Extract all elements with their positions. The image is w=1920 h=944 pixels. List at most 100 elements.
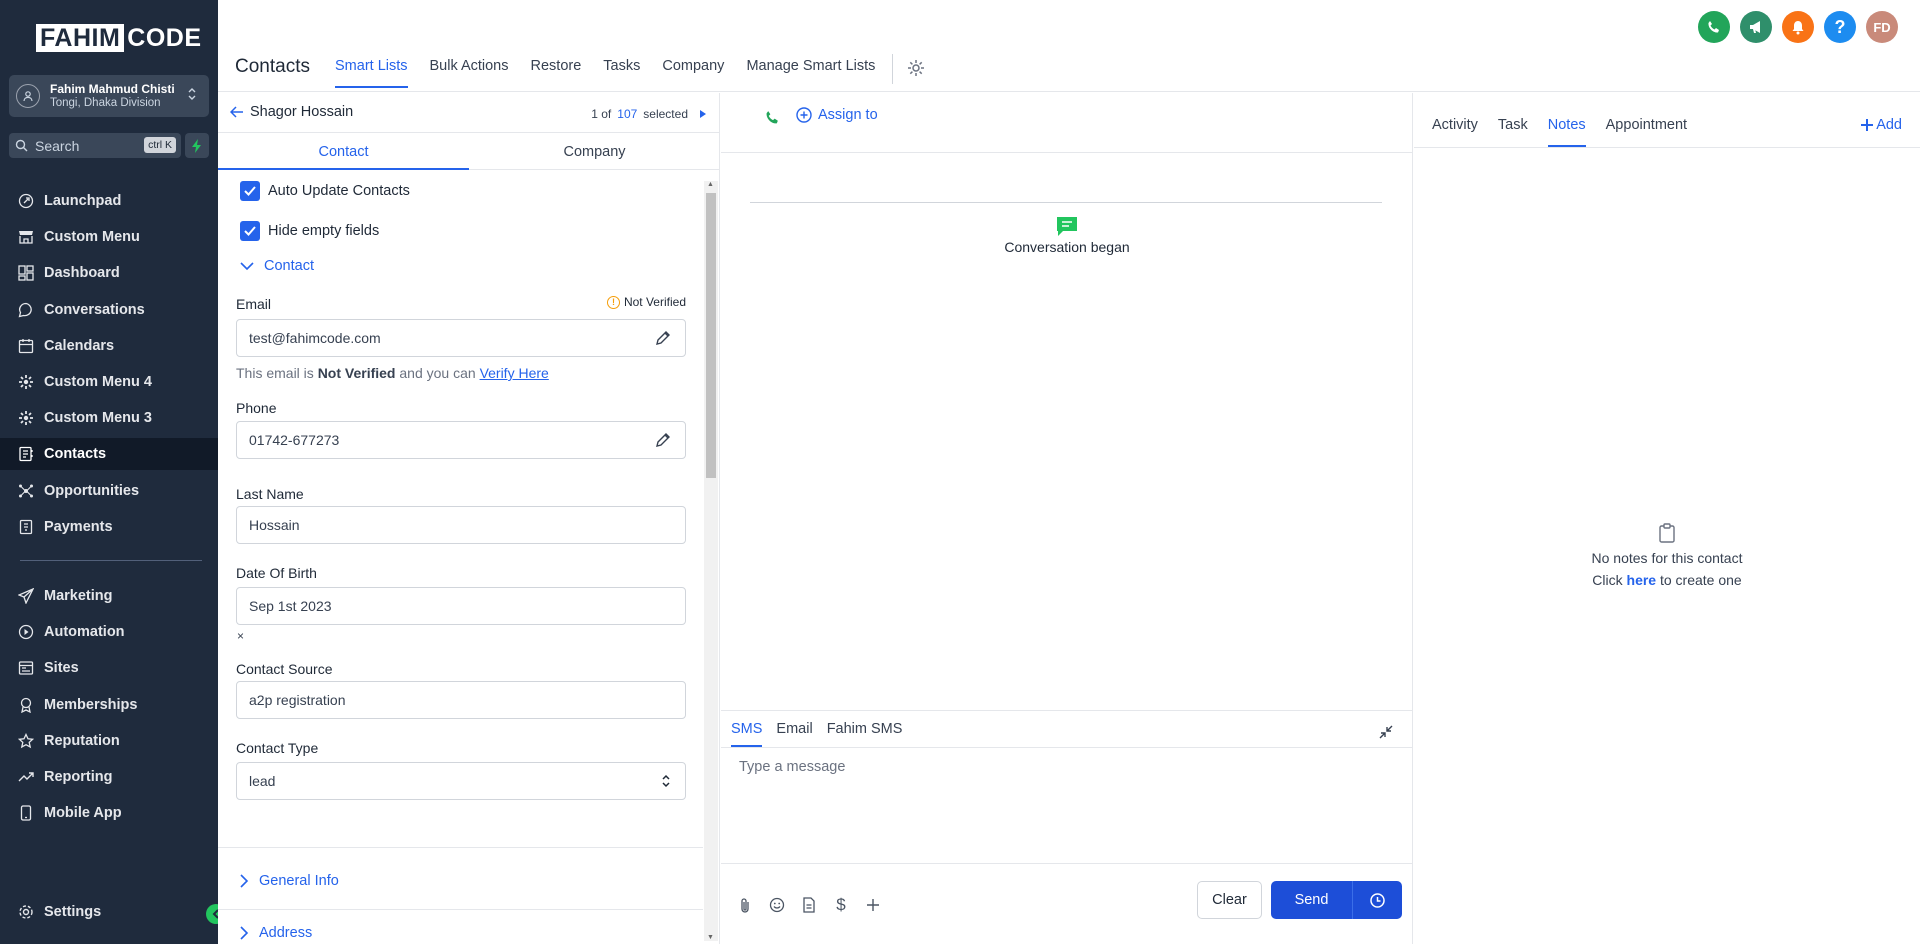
dob-field[interactable]: Sep 1st 2023	[236, 587, 686, 625]
announcement-button[interactable]	[1740, 11, 1772, 43]
sidebar-item-settings[interactable]: Settings	[0, 896, 218, 928]
tab-restore[interactable]: Restore	[531, 58, 582, 88]
sidebar-item-payments[interactable]: Payments	[0, 511, 218, 543]
sidebar-item-custom-menu-3[interactable]: Custom Menu 3	[0, 402, 218, 434]
bell-icon	[1791, 20, 1805, 35]
sidebar-item-reporting[interactable]: Reporting	[0, 761, 218, 793]
channel-tabs: SMS Email Fahim SMS	[731, 719, 916, 747]
help-button[interactable]: ?	[1824, 11, 1856, 43]
sidebar-item-opportunities[interactable]: Opportunities	[0, 475, 218, 507]
sidebar-item-label: Launchpad	[44, 193, 122, 209]
source-field[interactable]: a2p registration	[236, 681, 686, 719]
contact-scrollbar[interactable]: ▲ ▼	[704, 181, 718, 941]
pager-total[interactable]: 107	[617, 107, 637, 121]
send-button[interactable]: Send	[1271, 881, 1353, 919]
tab-activity[interactable]: Activity	[1432, 117, 1478, 147]
tab-tasks[interactable]: Tasks	[603, 58, 640, 88]
edit-phone-button[interactable]	[655, 432, 671, 448]
sidebar-item-dashboard[interactable]: Dashboard	[0, 257, 218, 289]
clear-button[interactable]: Clear	[1197, 881, 1262, 919]
tab-contact[interactable]: Contact	[218, 134, 469, 170]
contact-type-select[interactable]: lead	[236, 762, 686, 800]
quick-actions-button[interactable]	[185, 133, 209, 158]
template-icon[interactable]	[800, 896, 818, 914]
schedule-button[interactable]	[1353, 881, 1402, 919]
contact-tabs: Contact Company	[218, 134, 720, 170]
brand-logo[interactable]: FAHIM CODE	[36, 24, 202, 52]
scroll-thumb[interactable]	[706, 193, 716, 478]
verify-link[interactable]: Verify Here	[480, 365, 549, 381]
call-button[interactable]	[765, 110, 780, 125]
email-field[interactable]: test@fahimcode.com	[236, 319, 686, 357]
sidebar-item-custom-menu-4[interactable]: Custom Menu 4	[0, 366, 218, 398]
emoji-icon[interactable]	[768, 896, 786, 914]
schedule-clock-icon	[1370, 892, 1385, 908]
automation-icon	[17, 623, 35, 641]
tab-email[interactable]: Email	[776, 719, 812, 747]
back-button[interactable]: Shagor Hossain	[230, 104, 353, 120]
tab-company[interactable]: Company	[469, 134, 720, 169]
sidebar-item-memberships[interactable]: Memberships	[0, 689, 218, 721]
create-note-link[interactable]: here	[1627, 572, 1657, 588]
tab-notes[interactable]: Notes	[1547, 117, 1586, 147]
hint-bold: Not Verified	[317, 365, 396, 381]
account-switcher[interactable]: Fahim Mahmud Chisti Tongi, Dhaka Divisio…	[9, 75, 209, 117]
collapse-composer-button[interactable]	[1379, 725, 1393, 739]
clear-dob-button[interactable]: ×	[237, 629, 244, 643]
tab-bulk-actions[interactable]: Bulk Actions	[430, 58, 509, 88]
sidebar-item-calendars[interactable]: Calendars	[0, 330, 218, 362]
last-name-field[interactable]: Hossain	[236, 506, 686, 544]
section-address-toggle[interactable]: Address	[240, 925, 312, 941]
sidebar-item-automation[interactable]: Automation	[0, 616, 218, 648]
sidebar-item-mobile-app[interactable]: Mobile App	[0, 797, 218, 829]
tab-fahim-sms[interactable]: Fahim SMS	[827, 719, 903, 747]
sidebar-search[interactable]: Search ctrl K	[9, 133, 181, 158]
sidebar-item-contacts[interactable]: Contacts	[0, 438, 218, 471]
tab-appointment[interactable]: Appointment	[1606, 117, 1687, 147]
sidebar-item-sites[interactable]: Sites	[0, 652, 218, 684]
notes-panel: Activity Task Notes Appointment Add No n…	[1414, 93, 1920, 944]
user-avatar[interactable]: FD	[1866, 11, 1898, 43]
header-settings-button[interactable]	[906, 58, 926, 78]
tab-company[interactable]: Company	[662, 58, 724, 88]
sidebar-item-launchpad[interactable]: Launchpad	[0, 185, 218, 217]
attachment-icon[interactable]	[736, 896, 754, 914]
phone-icon	[766, 111, 778, 124]
assign-to-button[interactable]: Assign to	[796, 107, 878, 123]
phone-field[interactable]: 01742-677273	[236, 421, 686, 459]
dollar-icon[interactable]: $	[832, 895, 850, 914]
auto-update-checkbox[interactable]: Auto Update Contacts	[240, 181, 410, 201]
notifications-button[interactable]	[1782, 11, 1814, 43]
tab-manage-smart-lists[interactable]: Manage Smart Lists	[746, 58, 875, 88]
plus-icon[interactable]	[864, 896, 882, 914]
source-label: Contact Source	[236, 661, 333, 677]
tab-task[interactable]: Task	[1498, 117, 1528, 147]
warning-icon: !	[606, 295, 620, 309]
next-contact-button[interactable]	[700, 110, 706, 118]
sidebar-item-reputation[interactable]: Reputation	[0, 725, 218, 757]
sidebar-item-conversations[interactable]: Conversations	[0, 294, 218, 326]
phone-button[interactable]	[1698, 11, 1730, 43]
sidebar: FAHIM CODE Fahim Mahmud Chisti Tongi, Dh…	[0, 0, 226, 944]
pager-current: 1 of	[591, 107, 612, 121]
store-icon	[17, 228, 35, 246]
message-composer: SMS Email Fahim SMS $ Clear Send	[721, 710, 1413, 944]
tab-sms[interactable]: SMS	[731, 719, 763, 747]
message-input[interactable]	[731, 751, 1403, 859]
conversation-panel: Assign to Conversation began SMS Email F…	[721, 93, 1413, 944]
add-note-button[interactable]: Add	[1861, 117, 1902, 133]
section-contact-toggle[interactable]: Contact	[240, 258, 314, 274]
avatar-initials: FD	[1873, 19, 1891, 35]
phone-label: Phone	[236, 400, 277, 416]
source-value: a2p registration	[249, 692, 346, 708]
location-avatar-icon	[16, 84, 40, 108]
hide-empty-label: Hide empty fields	[268, 223, 380, 239]
sidebar-item-marketing[interactable]: Marketing	[0, 580, 218, 612]
sidebar-item-custom-menu[interactable]: Custom Menu	[0, 221, 218, 253]
empty-line2: Click here to create one	[1414, 569, 1920, 591]
bolt-icon	[191, 138, 203, 153]
edit-email-button[interactable]	[655, 330, 671, 346]
section-general-toggle[interactable]: General Info	[240, 873, 339, 889]
tab-smart-lists[interactable]: Smart Lists	[335, 58, 408, 88]
hide-empty-checkbox[interactable]: Hide empty fields	[240, 221, 379, 241]
